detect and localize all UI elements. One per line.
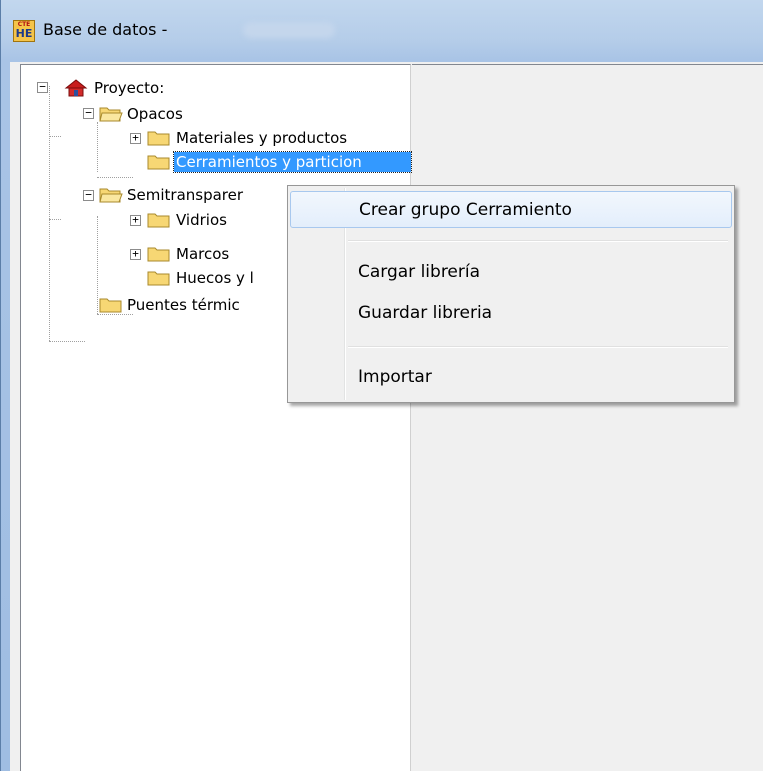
menu-item-crear-grupo[interactable]: Crear grupo Cerramiento bbox=[290, 191, 732, 228]
tree-line bbox=[49, 136, 61, 138]
tree-item-puentes[interactable]: Puentes térmic bbox=[125, 295, 242, 315]
menu-item-label: Importar bbox=[358, 367, 432, 387]
menu-separator bbox=[348, 346, 728, 348]
menu-item-label: Cargar librería bbox=[358, 262, 481, 282]
tree-item-cerramientos[interactable]: Cerramientos y particion bbox=[173, 151, 412, 173]
window-title: Base de datos - bbox=[43, 20, 168, 39]
tree-item-semitransparentes[interactable]: Semitransparer bbox=[125, 185, 245, 205]
expand-materiales-icon[interactable]: + bbox=[130, 132, 141, 144]
open-folder-icon bbox=[99, 107, 123, 122]
tree-line bbox=[97, 177, 133, 179]
app-icon-bottom-text: HE bbox=[15, 27, 33, 40]
menu-item-label: Crear grupo Cerramiento bbox=[359, 200, 572, 220]
tree-line bbox=[49, 341, 85, 343]
folder-icon bbox=[147, 155, 170, 170]
menu-separator bbox=[348, 240, 728, 242]
expand-vidrios-icon[interactable]: + bbox=[130, 214, 141, 226]
tree-view[interactable]: − Proyecto: − Opacos + Materiales y prod… bbox=[20, 64, 412, 771]
blurred-title-region bbox=[243, 22, 335, 38]
title-bar: CTE HE Base de datos - bbox=[1, 0, 763, 62]
menu-item-guardar-libreria[interactable]: Guardar libreria bbox=[290, 295, 732, 332]
folder-icon bbox=[147, 247, 170, 262]
detail-pane bbox=[412, 64, 763, 771]
folder-icon bbox=[99, 298, 122, 313]
tree-line bbox=[49, 219, 61, 221]
folder-icon bbox=[147, 213, 170, 228]
folder-icon bbox=[147, 131, 170, 146]
tree-item-marcos[interactable]: Marcos bbox=[174, 244, 231, 264]
tree-line bbox=[97, 122, 99, 172]
tree-item-proyecto[interactable]: Proyecto: bbox=[92, 78, 166, 98]
folder-icon bbox=[147, 271, 170, 286]
app-icon: CTE HE bbox=[13, 20, 35, 42]
tree-item-opacos[interactable]: Opacos bbox=[125, 104, 185, 124]
expand-marcos-icon[interactable]: + bbox=[130, 248, 141, 260]
open-folder-icon bbox=[99, 188, 123, 203]
menu-item-importar[interactable]: Importar bbox=[290, 359, 732, 396]
menu-item-cargar-libreria[interactable]: Cargar librería bbox=[290, 254, 732, 291]
tree-item-vidrios[interactable]: Vidrios bbox=[174, 210, 229, 230]
tree-line bbox=[49, 86, 51, 341]
house-icon bbox=[64, 79, 88, 97]
tree-item-materiales[interactable]: Materiales y productos bbox=[174, 128, 349, 148]
collapse-semitransparentes-icon[interactable]: − bbox=[83, 189, 94, 201]
context-menu: Crear grupo Cerramiento Cargar librería … bbox=[287, 185, 735, 403]
menu-item-label: Guardar libreria bbox=[358, 303, 493, 323]
collapse-root-icon[interactable]: − bbox=[37, 81, 48, 93]
tree-item-huecos[interactable]: Huecos y l bbox=[174, 268, 256, 288]
collapse-opacos-icon[interactable]: − bbox=[83, 107, 94, 119]
